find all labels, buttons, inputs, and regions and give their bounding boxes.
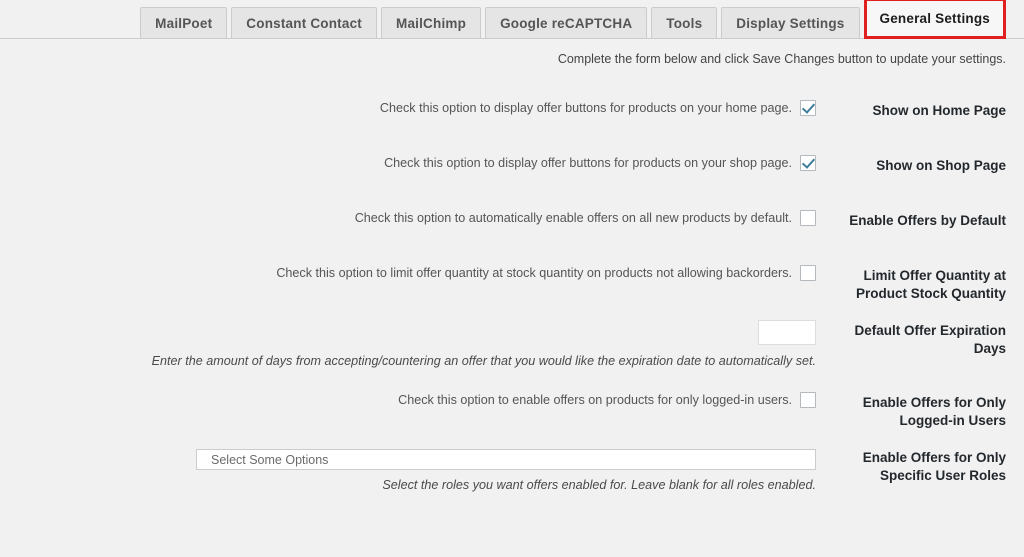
label-limit-offer-quantity: Limit Offer Quantity at Product Stock Qu…: [816, 253, 1006, 303]
select-specific-user-roles-placeholder: Select Some Options: [211, 452, 329, 467]
label-show-on-shop-page: Show on Shop Page: [876, 158, 1006, 173]
label-default-offer-expiration-days: Default Offer Expiration Days: [816, 308, 1006, 358]
row-limit-offer-quantity: .Check this option to limit offer quanti…: [0, 253, 1024, 308]
checkbox-limit-offer-quantity[interactable]: [800, 265, 816, 281]
label-logged-in-users-only-line1: Enable Offers for Only: [862, 395, 1006, 410]
label-limit-offer-quantity-line2: Product Stock Quantity: [855, 286, 1006, 301]
checkbox-show-on-home-page[interactable]: [800, 100, 816, 116]
input-default-offer-expiration-days[interactable]: [758, 320, 816, 345]
checkbox-logged-in-users-only[interactable]: [800, 392, 816, 408]
label-show-on-home-page: Show on Home Page: [872, 103, 1006, 118]
row-default-offer-expiration-days: .Enter the amount of days from accepting…: [0, 308, 1024, 380]
description-show-on-shop-page: .Check this option to display offer butt…: [384, 156, 792, 170]
tab-list: MailPoet Constant Contact MailChimp Goog…: [140, 0, 1006, 39]
label-specific-user-roles-line2: Specific User Roles: [879, 468, 1006, 483]
tab-mailchimp[interactable]: MailChimp: [381, 7, 482, 38]
hint-specific-user-roles: .Select the roles you want offers enable…: [382, 478, 816, 492]
label-logged-in-users-only: Enable Offers for Only Logged-in Users: [816, 380, 1006, 430]
tab-mailpoet[interactable]: MailPoet: [140, 7, 228, 38]
label-specific-user-roles-line1: Enable Offers for Only: [862, 450, 1006, 465]
row-enable-offers-by-default: .Check this option to automatically enab…: [0, 198, 1024, 253]
description-show-on-home-page: .Check this option to display offer butt…: [379, 101, 792, 115]
tab-general-settings[interactable]: General Settings: [863, 0, 1006, 39]
label-default-offer-expiration-days-line2: Days: [973, 341, 1006, 356]
label-specific-user-roles: Enable Offers for Only Specific User Rol…: [816, 435, 1006, 485]
tab-bar: MailPoet Constant Contact MailChimp Goog…: [0, 0, 1024, 39]
checkbox-show-on-shop-page[interactable]: [800, 155, 816, 171]
tab-display-settings[interactable]: Display Settings: [721, 7, 860, 38]
label-limit-offer-quantity-line1: Limit Offer Quantity at: [863, 268, 1006, 283]
row-show-on-home-page: .Check this option to display offer butt…: [0, 88, 1024, 143]
row-show-on-shop-page: .Check this option to display offer butt…: [0, 143, 1024, 198]
checkbox-enable-offers-by-default[interactable]: [800, 210, 816, 226]
select-specific-user-roles[interactable]: Select Some Options: [196, 449, 816, 470]
tab-tools[interactable]: Tools: [651, 7, 718, 38]
hint-default-offer-expiration-days: .Enter the amount of days from accepting…: [151, 354, 816, 368]
description-enable-offers-by-default: .Check this option to automatically enab…: [354, 211, 792, 225]
label-logged-in-users-only-line2: Logged-in Users: [899, 413, 1006, 428]
description-logged-in-users-only: .Check this option to enable offers on p…: [398, 393, 792, 407]
row-specific-user-roles: Select Some Options .Select the roles yo…: [0, 435, 1024, 495]
form-instructions: .Complete the form below and click Save …: [557, 52, 1006, 66]
row-logged-in-users-only: .Check this option to enable offers on p…: [0, 380, 1024, 435]
label-enable-offers-by-default: Enable Offers by Default: [849, 213, 1006, 228]
description-limit-offer-quantity: .Check this option to limit offer quanti…: [276, 266, 792, 280]
tab-google-recaptcha[interactable]: Google reCAPTCHA: [485, 7, 648, 38]
tab-constant-contact[interactable]: Constant Contact: [231, 7, 377, 38]
label-default-offer-expiration-days-line1: Default Offer Expiration: [854, 323, 1006, 338]
settings-form: .Check this option to display offer butt…: [0, 88, 1024, 495]
